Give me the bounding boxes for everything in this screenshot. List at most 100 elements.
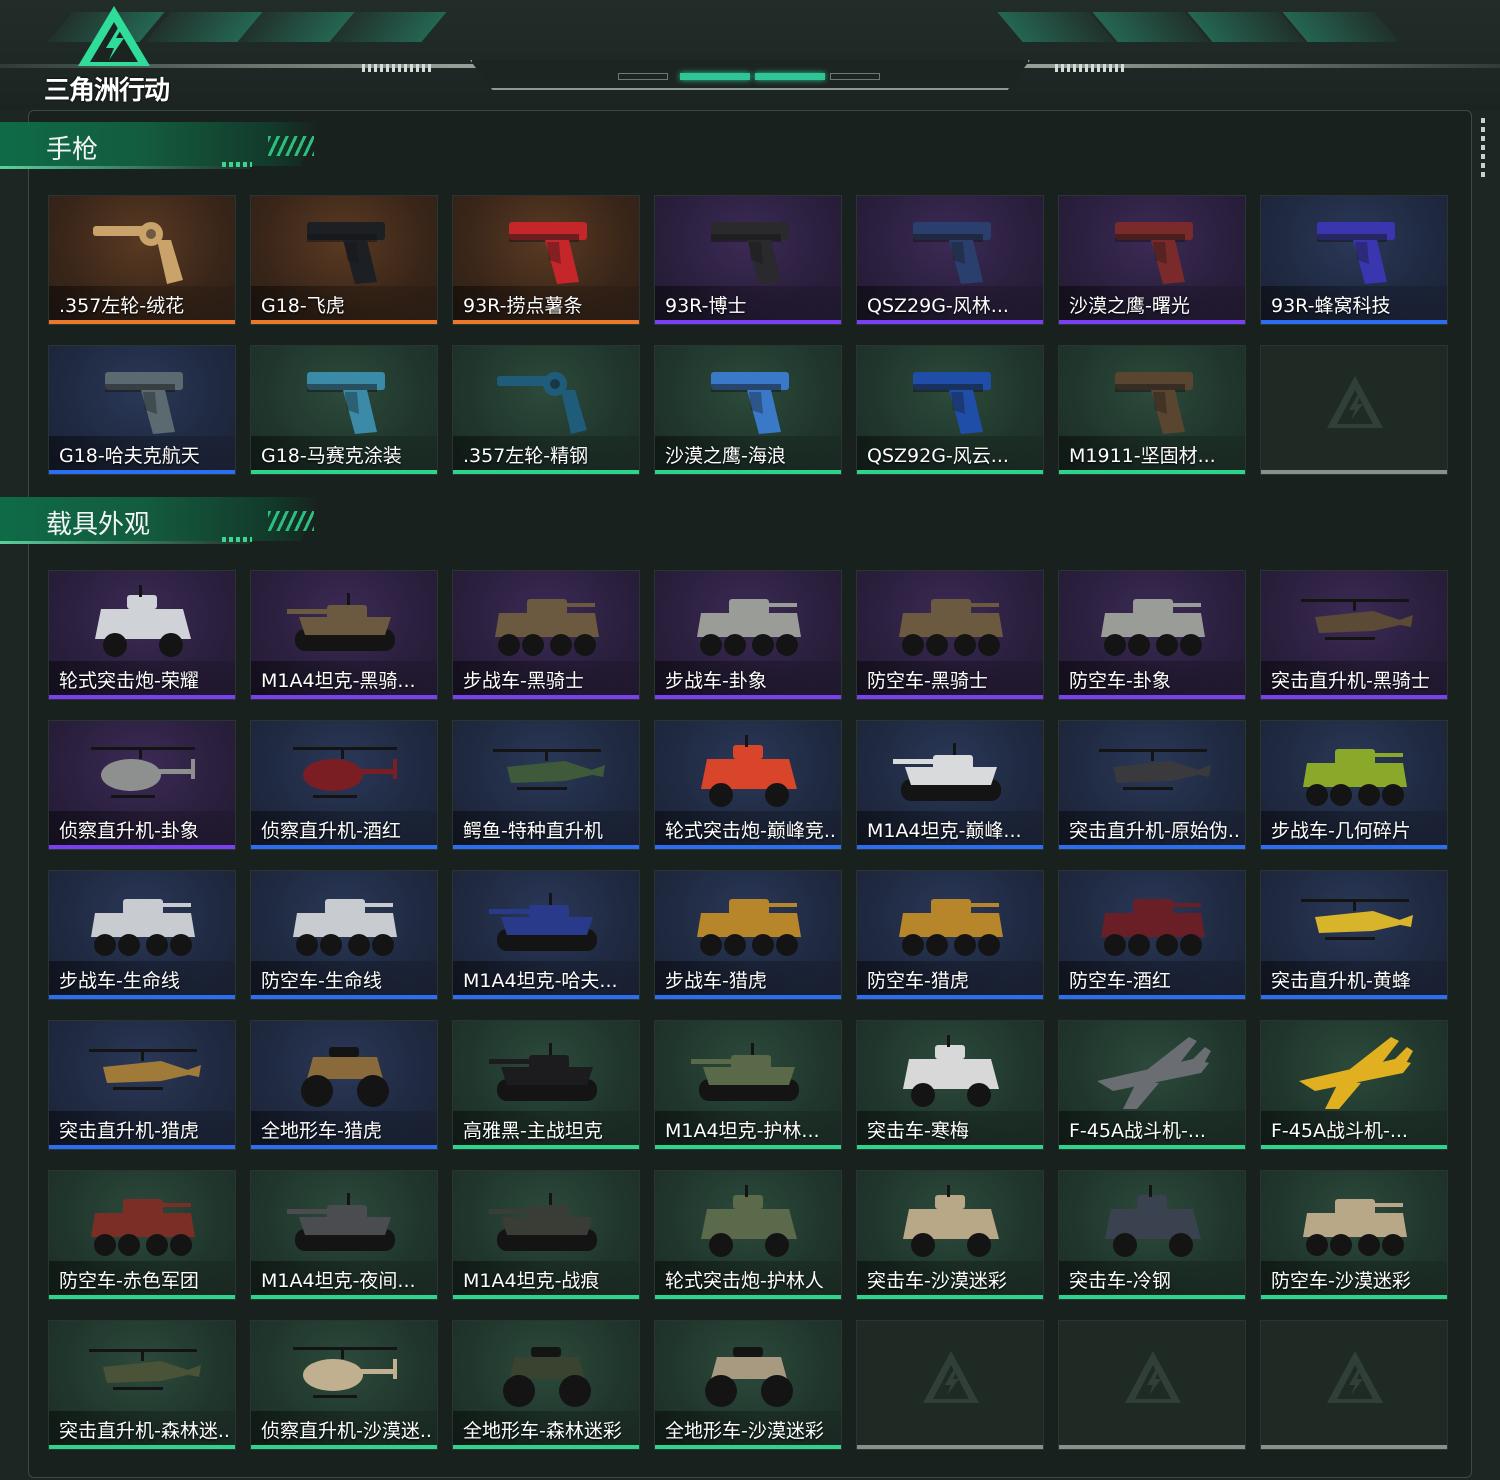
item-name: 93R-蜂窝科技: [1271, 295, 1391, 317]
item-card[interactable]: 鳄鱼-特种直升机: [452, 720, 640, 850]
tank-icon: [287, 1193, 395, 1251]
item-card[interactable]: QSZ29G-风林...: [856, 195, 1044, 325]
item-card[interactable]: 步战车-猎虎: [654, 870, 842, 1000]
apc-icon: [697, 899, 801, 956]
item-card[interactable]: 全地形车-猎虎: [250, 1020, 438, 1150]
item-card[interactable]: 93R-博士: [654, 195, 842, 325]
item-card[interactable]: 步战车-卦象: [654, 570, 842, 700]
item-name: QSZ29G-风林...: [867, 295, 1009, 317]
pistol-icon: [105, 372, 183, 434]
rarity-bar: [857, 845, 1043, 849]
rarity-bar: [1059, 320, 1245, 324]
item-card[interactable]: 轮式突击炮-巅峰竞...: [654, 720, 842, 850]
item-card[interactable]: 沙漠之鹰-曙光: [1058, 195, 1246, 325]
item-card[interactable]: F-45A战斗机-...: [1260, 1020, 1448, 1150]
rarity-bar: [1059, 695, 1245, 699]
item-card[interactable]: G18-马赛克涂装: [250, 345, 438, 475]
item-name: 突击车-冷钢: [1069, 1270, 1171, 1292]
item-name: 突击直升机-黄蜂: [1271, 970, 1411, 992]
section-title: 手枪: [46, 135, 99, 165]
item-card[interactable]: G18-飞虎: [250, 195, 438, 325]
item-card[interactable]: 侦察直升机-酒红: [250, 720, 438, 850]
item-card[interactable]: M1A4坦克-护林...: [654, 1020, 842, 1150]
item-card[interactable]: 93R-捞点薯条: [452, 195, 640, 325]
item-card[interactable]: 防空车-卦象: [1058, 570, 1246, 700]
item-card[interactable]: M1A4坦克-战痕: [452, 1170, 640, 1300]
item-card[interactable]: .357左轮-精钢: [452, 345, 640, 475]
item-card[interactable]: 步战车-几何碎片: [1260, 720, 1448, 850]
rarity-bar: [251, 1295, 437, 1299]
item-name: 93R-捞点薯条: [463, 295, 583, 317]
item-card[interactable]: G18-哈夫克航天: [48, 345, 236, 475]
item-card[interactable]: 防空车-赤色军团: [48, 1170, 236, 1300]
rarity-bar: [1261, 320, 1447, 324]
item-name: 轮式突击炮-巅峰竞...: [665, 820, 837, 842]
rarity-bar: [655, 1445, 841, 1449]
rarity-bar: [49, 845, 235, 849]
item-card[interactable]: 高雅黑-主战坦克: [452, 1020, 640, 1150]
item-card[interactable]: 突击车-寒梅: [856, 1020, 1044, 1150]
item-name: 步战车-生命线: [59, 970, 180, 992]
item-card[interactable]: M1911-坚固材...: [1058, 345, 1246, 475]
item-card[interactable]: QSZ92G-风云...: [856, 345, 1044, 475]
rarity-bar: [453, 1295, 639, 1299]
item-card[interactable]: 93R-蜂窝科技: [1260, 195, 1448, 325]
item-name: 侦察直升机-卦象: [59, 820, 199, 842]
atv-icon: [503, 1347, 591, 1407]
item-card[interactable]: 突击车-沙漠迷彩: [856, 1170, 1044, 1300]
item-card[interactable]: M1A4坦克-哈夫...: [452, 870, 640, 1000]
item-card[interactable]: 步战车-生命线: [48, 870, 236, 1000]
item-name: 鳄鱼-特种直升机: [463, 820, 603, 842]
delta-logo-icon: [78, 6, 150, 66]
item-card[interactable]: 侦察直升机-卦象: [48, 720, 236, 850]
rarity-bar: [857, 1145, 1043, 1149]
item-card[interactable]: M1A4坦克-夜间...: [250, 1170, 438, 1300]
item-card[interactable]: 突击直升机-森林迷...: [48, 1320, 236, 1450]
item-name: M1A4坦克-黑骑...: [261, 670, 416, 692]
item-card[interactable]: M1A4坦克-黑骑...: [250, 570, 438, 700]
item-name: 全地形车-沙漠迷彩: [665, 1420, 824, 1442]
item-card[interactable]: 突击直升机-黄蜂: [1260, 870, 1448, 1000]
tank-icon: [691, 1043, 799, 1101]
item-card[interactable]: 轮式突击炮-荣耀: [48, 570, 236, 700]
empty-item-slot: [1260, 345, 1448, 475]
attack-helicopter-icon: [1099, 749, 1211, 790]
item-card[interactable]: 防空车-酒红: [1058, 870, 1246, 1000]
item-name: G18-飞虎: [261, 295, 345, 317]
rarity-bar: [655, 1145, 841, 1149]
item-name: 突击车-沙漠迷彩: [867, 1270, 1007, 1292]
item-card[interactable]: 沙漠之鹰-海浪: [654, 345, 842, 475]
item-card[interactable]: 突击直升机-猎虎: [48, 1020, 236, 1150]
item-card[interactable]: 全地形车-沙漠迷彩: [654, 1320, 842, 1450]
header-indicator-active: [755, 73, 825, 80]
item-name: 突击直升机-黑骑士: [1271, 670, 1430, 692]
header-hatch: [1055, 64, 1125, 72]
rarity-bar: [857, 1295, 1043, 1299]
scrollbar[interactable]: [1481, 118, 1485, 178]
item-card[interactable]: M1A4坦克-巅峰...: [856, 720, 1044, 850]
pistol-icon: [1317, 222, 1395, 284]
item-card[interactable]: 防空车-生命线: [250, 870, 438, 1000]
pistol-icon: [509, 222, 587, 284]
item-card[interactable]: 防空车-猎虎: [856, 870, 1044, 1000]
rarity-bar: [49, 320, 235, 324]
rarity-bar: [453, 470, 639, 474]
rarity-bar: [1059, 995, 1245, 999]
item-card[interactable]: 轮式突击炮-护林人: [654, 1170, 842, 1300]
item-card[interactable]: .357左轮-绒花: [48, 195, 236, 325]
item-card[interactable]: 步战车-黑骑士: [452, 570, 640, 700]
item-card[interactable]: 防空车-黑骑士: [856, 570, 1044, 700]
item-card[interactable]: 突击直升机-原始伪...: [1058, 720, 1246, 850]
rarity-bar: [857, 470, 1043, 474]
item-card[interactable]: 侦察直升机-沙漠迷...: [250, 1320, 438, 1450]
tank-icon: [893, 743, 1001, 801]
item-card[interactable]: 全地形车-森林迷彩: [452, 1320, 640, 1450]
item-card[interactable]: F-45A战斗机-...: [1058, 1020, 1246, 1150]
rarity-bar: [49, 1445, 235, 1449]
attack-helicopter-icon: [1301, 599, 1413, 640]
item-card[interactable]: 防空车-沙漠迷彩: [1260, 1170, 1448, 1300]
item-name: F-45A战斗机-...: [1271, 1120, 1408, 1142]
rarity-bar: [1261, 995, 1447, 999]
item-card[interactable]: 突击车-冷钢: [1058, 1170, 1246, 1300]
item-card[interactable]: 突击直升机-黑骑士: [1260, 570, 1448, 700]
